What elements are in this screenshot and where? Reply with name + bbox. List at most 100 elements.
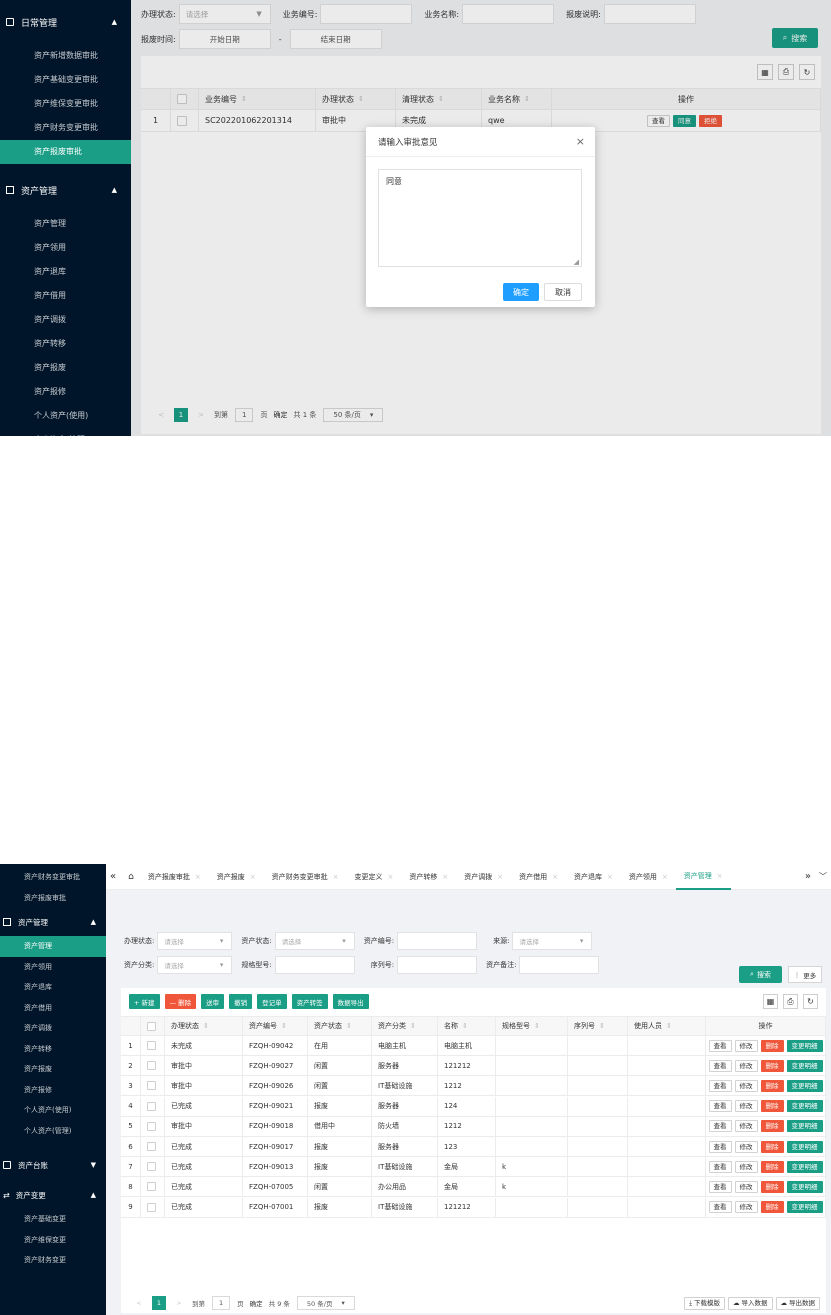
asset-status-select[interactable]: 请选择 ▾ <box>274 932 355 950</box>
close-icon[interactable]: × <box>387 873 393 881</box>
sidebar-group-assets[interactable]: 资产管理 ▲ <box>0 168 131 212</box>
add-button[interactable]: + 新建 <box>129 994 160 1009</box>
asset-no-input[interactable] <box>397 932 478 950</box>
spec-input[interactable] <box>274 956 355 974</box>
sidebar-item[interactable]: 资产报废 <box>0 356 131 380</box>
edit-button[interactable]: 修改 <box>734 1039 758 1052</box>
sidebar-item[interactable]: 资产调拨 <box>0 308 131 332</box>
edit-button[interactable]: 修改 <box>734 1100 758 1113</box>
table-row[interactable]: 9 已完成 FZQH-07001 报废 IT基础设施 121212 查看 修改 删除 变更明细 <box>121 1197 826 1218</box>
close-icon[interactable]: × <box>552 873 558 881</box>
sidebar-item[interactable]: 资产新增数据审批 <box>0 44 131 68</box>
sidebar-item[interactable]: 资产转移 <box>0 332 131 356</box>
view-button[interactable]: 查看 <box>708 1201 732 1214</box>
close-icon[interactable]: × <box>607 873 613 881</box>
close-icon[interactable]: × <box>250 873 256 881</box>
sidebar-item[interactable]: 资产领用 <box>0 236 131 260</box>
sidebar-item[interactable]: 资产报废审批 <box>0 888 106 909</box>
tab-item-active[interactable]: 资产管理 × <box>675 864 731 890</box>
delete-row-button[interactable]: 删除 <box>760 1079 784 1092</box>
sidebar-item[interactable]: 资产退库 <box>0 977 106 998</box>
column-header[interactable]: 资产编号 ⇕ <box>243 1017 308 1035</box>
page-size-select[interactable]: 50 条/页 ▾ <box>296 1296 355 1310</box>
sidebar-item[interactable]: 资产报修 <box>0 380 131 404</box>
row-checkbox[interactable] <box>147 1202 156 1212</box>
change-detail-button[interactable]: 变更明细 <box>786 1100 823 1113</box>
asset-transfer-button[interactable]: 资产转签 <box>291 994 328 1009</box>
page-1-button[interactable]: 1 <box>152 1296 166 1310</box>
sidebar-item[interactable]: 资产财务变更审批 <box>0 867 106 888</box>
tab-item[interactable]: 资产财务变更审批 × <box>264 864 347 890</box>
download-template-button[interactable]: ⤓ 下载模版 <box>684 1297 725 1310</box>
tab-item[interactable]: 资产领用 × <box>621 864 676 890</box>
view-button[interactable]: 查看 <box>708 1160 732 1173</box>
change-detail-button[interactable]: 变更明细 <box>786 1059 823 1072</box>
sidebar-item[interactable]: 个人资产(使用) <box>0 1100 106 1121</box>
sidebar-item[interactable]: 资产基础变更审批 <box>0 68 131 92</box>
table-row[interactable]: 1 未完成 FZQH-09042 在用 电脑主机 电脑主机 查看 修改 删除 变更明细 <box>121 1036 826 1056</box>
edit-button[interactable]: 修改 <box>734 1079 758 1092</box>
sidebar-item[interactable]: 个人资产(管理) <box>0 1121 106 1142</box>
table-row[interactable]: 6 已完成 FZQH-09017 报废 服务器 123 查看 修改 删除 变更明细 <box>121 1137 826 1157</box>
sidebar-item[interactable]: 资产借用 <box>0 284 131 308</box>
register-button[interactable]: 登记单 <box>257 994 287 1009</box>
sidebar-item[interactable]: 资产基础变更 <box>0 1209 106 1230</box>
change-detail-button[interactable]: 变更明细 <box>786 1120 823 1133</box>
change-detail-button[interactable]: 变更明细 <box>786 1079 823 1092</box>
change-detail-button[interactable]: 变更明细 <box>786 1039 823 1052</box>
close-icon[interactable]: × <box>442 873 448 881</box>
search-button[interactable]: ⌕ 搜索 <box>739 966 782 983</box>
sidebar-item[interactable]: 资产退库 <box>0 260 131 284</box>
close-icon[interactable]: × <box>497 873 503 881</box>
view-button[interactable]: 查看 <box>708 1059 732 1072</box>
sidebar-item[interactable]: 资产维保变更 <box>0 1230 106 1251</box>
export-data-button[interactable]: 数据导出 <box>332 994 369 1009</box>
sidebar-item[interactable]: 个人资产(使用) <box>0 404 131 428</box>
sidebar-item-active[interactable]: 资产报废审批 <box>0 140 131 164</box>
sidebar-item[interactable]: 资产财务变更审批 <box>0 116 131 140</box>
view-button[interactable]: 查看 <box>708 1140 732 1153</box>
change-detail-button[interactable]: 变更明细 <box>786 1160 823 1173</box>
sidebar-item[interactable]: 资产调拨 <box>0 1018 106 1039</box>
goto-confirm-button[interactable]: 确定 <box>250 1298 263 1308</box>
column-header[interactable]: 规格型号 ⇕ <box>496 1017 568 1035</box>
resize-handle-icon[interactable]: ◢ <box>574 258 579 266</box>
source-select[interactable]: 请选择 ▾ <box>512 932 593 950</box>
sidebar-item[interactable]: 资产领用 <box>0 957 106 978</box>
goto-page-input[interactable]: 1 <box>212 1296 231 1310</box>
sidebar-item-active[interactable]: 资产管理 <box>0 936 106 957</box>
row-checkbox[interactable] <box>147 1142 156 1151</box>
delete-row-button[interactable]: 删除 <box>760 1120 784 1133</box>
table-row[interactable]: 2 审批中 FZQH-09027 闲置 服务器 121212 查看 修改 删除 变更明细 <box>121 1056 826 1077</box>
tab-item[interactable]: 变更定义 × <box>346 864 401 890</box>
row-checkbox[interactable] <box>147 1121 156 1131</box>
sidebar-item[interactable]: 资产转移 <box>0 1039 106 1060</box>
table-row[interactable]: 5 审批中 FZQH-09018 借用中 防火墙 1212 查看 修改 删除 变更明细 <box>121 1116 826 1137</box>
approval-comment-textarea[interactable]: 同意 ◢ <box>378 169 582 267</box>
serial-input[interactable] <box>397 956 478 974</box>
category-select[interactable]: 请选择 ▾ <box>157 956 233 974</box>
close-icon[interactable]: × <box>662 873 668 881</box>
close-icon[interactable]: × <box>195 873 201 881</box>
select-all-checkbox[interactable] <box>147 1021 156 1031</box>
change-detail-button[interactable]: 变更明细 <box>786 1180 823 1193</box>
sidebar-group-ledger[interactable]: 资产台账 ▼ <box>0 1151 106 1179</box>
tab-item[interactable]: 资产退库 × <box>566 864 621 890</box>
status-select[interactable]: 请选择 ▾ <box>157 932 233 950</box>
column-header[interactable]: 名称 ⇕ <box>438 1017 496 1035</box>
view-button[interactable]: 查看 <box>708 1100 732 1113</box>
sidebar-item[interactable]: 资产借用 <box>0 998 106 1019</box>
sidebar-item[interactable]: 个人资产(管理) <box>0 428 131 436</box>
edit-button[interactable]: 修改 <box>734 1180 758 1193</box>
column-header[interactable]: 使用人员 ⇕ <box>628 1017 706 1035</box>
table-row[interactable]: 3 审批中 FZQH-09026 闲置 IT基础设施 1212 查看 修改 删除 变更明细 <box>121 1076 826 1097</box>
delete-row-button[interactable]: 删除 <box>760 1160 784 1173</box>
close-icon[interactable]: × <box>333 873 339 881</box>
refresh-icon[interactable]: ↻ <box>803 994 818 1009</box>
delete-row-button[interactable]: 删除 <box>760 1180 784 1193</box>
delete-row-button[interactable]: 删除 <box>760 1100 784 1113</box>
view-button[interactable]: 查看 <box>708 1180 732 1193</box>
print-icon[interactable]: ⎙ <box>783 994 798 1009</box>
sidebar-item[interactable]: 资产管理 <box>0 212 131 236</box>
remark-input[interactable] <box>519 956 600 974</box>
